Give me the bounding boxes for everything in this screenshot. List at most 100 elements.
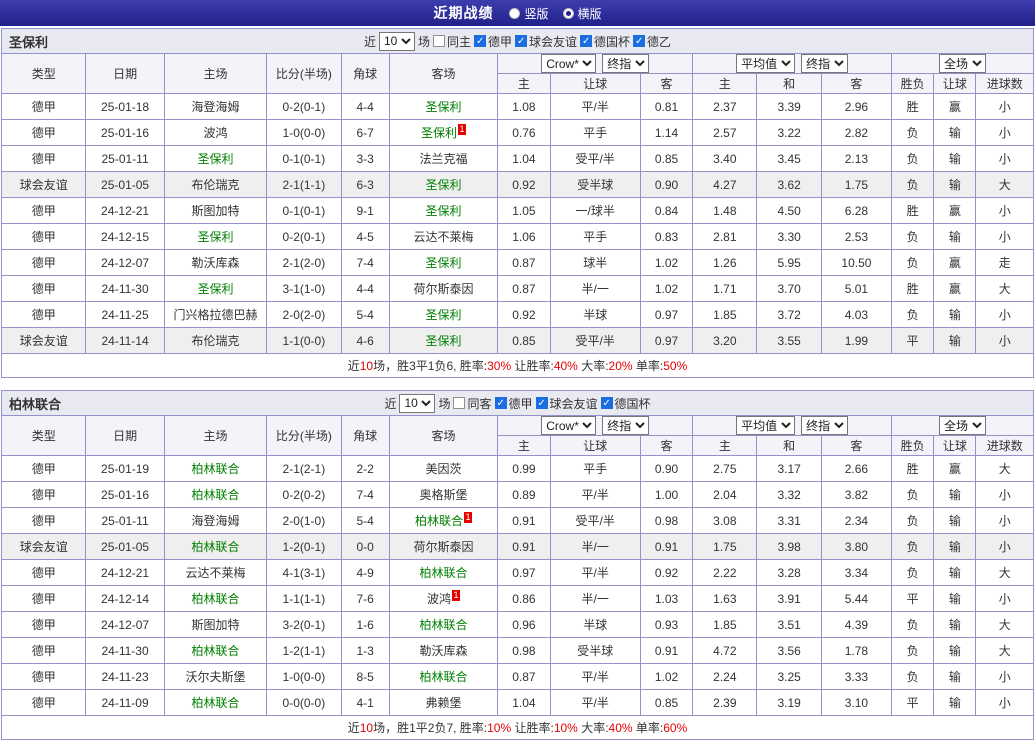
- league-filter-3[interactable]: 德乙: [633, 33, 671, 50]
- handicap-result-cell: 输: [933, 663, 977, 690]
- corner-cell: 6-7: [340, 119, 390, 146]
- league-filter-1[interactable]: 球会友谊: [535, 395, 598, 412]
- asia-odds-source-select[interactable]: Crow*: [541, 416, 597, 435]
- checkbox-checked-icon[interactable]: [633, 35, 646, 48]
- red-card-badge: 1: [464, 512, 473, 523]
- checkbox-checked-icon[interactable]: [535, 397, 548, 410]
- match-row: 球会友谊 25-01-05 柏林联合 1-2(0-1) 0-0 荷尔斯泰因 0.91 半/一 0…: [0, 533, 1034, 560]
- scope-select[interactable]: 全场: [939, 54, 987, 73]
- league-filter-1[interactable]: 球会友谊: [515, 33, 577, 50]
- result-cell: 负: [891, 663, 935, 690]
- league-filter-label: 德甲: [508, 396, 533, 411]
- asia-home-odds-cell: 0.92: [497, 301, 551, 328]
- goals-result-cell: 小: [975, 145, 1034, 172]
- asia-home-odds-cell: 0.92: [497, 171, 551, 198]
- result-cell: 负: [891, 301, 935, 328]
- result-cell: 胜: [891, 197, 935, 224]
- corner-cell: 4-6: [340, 327, 390, 354]
- checkbox-icon[interactable]: [453, 397, 466, 409]
- score-cell: 1-0(0-0): [266, 119, 342, 146]
- handicap-result-cell: 输: [933, 689, 977, 716]
- handicap-cell: 平/半: [549, 93, 641, 120]
- checkbox-checked-icon[interactable]: [515, 35, 527, 48]
- score-cell: 0-2(0-2): [266, 481, 342, 508]
- recent-count-select[interactable]: 10: [378, 31, 415, 51]
- radio-selected-icon[interactable]: [562, 7, 574, 19]
- competition-cell: 球会友谊: [0, 533, 87, 560]
- goals-result-cell: 小: [975, 585, 1034, 612]
- asia-odds-stage-select[interactable]: 终指: [602, 54, 650, 73]
- radio-unselected-icon[interactable]: [509, 7, 521, 19]
- corner-cell: 7-4: [340, 481, 390, 508]
- away-team-name: 云达不莱梅: [413, 230, 474, 244]
- competition-cell: 德甲: [0, 301, 87, 328]
- same-venue-filter[interactable]: 同客: [453, 395, 492, 412]
- away-team-name: 柏林联合: [419, 670, 468, 684]
- handicap-cell: 半球: [549, 301, 641, 328]
- match-row: 德甲 24-12-21 云达不莱梅 4-1(3-1) 4-9 柏林联合 0.97 平/半 0.9…: [0, 559, 1034, 586]
- corner-cell: 1-3: [340, 637, 390, 664]
- team-name: 圣保利: [9, 34, 49, 50]
- score-cell: 3-2(0-1): [266, 611, 342, 638]
- date-cell: 24-12-07: [85, 611, 165, 638]
- league-filter-0[interactable]: 德甲: [473, 33, 512, 50]
- column-header: 角球: [340, 415, 390, 456]
- column-header-row: 类型 日期 主场 比分(半场) 角球 客场 Crow* 终指 平均值 终指 全场: [0, 53, 1034, 94]
- score-cell: 1-2(0-1): [266, 533, 342, 560]
- competition-cell: 球会友谊: [0, 171, 87, 198]
- column-header: 让球: [549, 435, 641, 456]
- handicap-cell: 平手: [549, 455, 641, 482]
- competition-cell: 德甲: [0, 507, 87, 534]
- checkbox-checked-icon[interactable]: [600, 397, 613, 410]
- column-header: 角球: [340, 53, 390, 94]
- home-team-cell: 布伦瑞克: [163, 171, 268, 198]
- checkbox-checked-icon[interactable]: [473, 35, 486, 48]
- layout-option-vertical-label: 竖版: [524, 6, 549, 21]
- column-header: 比分(半场): [266, 53, 342, 94]
- match-row: 德甲 24-12-14 柏林联合 1-1(1-1) 7-6 波鸿 1 0.86 半/一 1.03 1…: [0, 585, 1034, 612]
- handicap-cell: 受平/半: [549, 145, 641, 172]
- euro-home-odds-cell: 4.27: [692, 171, 758, 198]
- competition-cell: 德甲: [0, 249, 87, 276]
- corner-cell: 5-4: [340, 301, 390, 328]
- summary-row: 近10场，胜1平2负7, 胜率:10% 让胜率:10% 大率:40% 单率:60…: [1, 715, 1034, 740]
- league-filter-2[interactable]: 德国杯: [580, 33, 630, 50]
- checkbox-icon[interactable]: [432, 35, 445, 47]
- away-team-cell: 圣保利 1: [388, 119, 499, 146]
- asia-odds-stage-select[interactable]: 终指: [602, 416, 650, 435]
- same-venue-filter[interactable]: 同主: [432, 33, 471, 50]
- home-team-cell: 海登海姆: [163, 93, 268, 120]
- euro-odds-source-select[interactable]: 平均值: [736, 416, 796, 435]
- competition-cell: 德甲: [0, 145, 87, 172]
- euro-odds-stage-select[interactable]: 终指: [801, 54, 849, 73]
- scope-select[interactable]: 全场: [939, 416, 987, 435]
- league-filter-0[interactable]: 德甲: [494, 395, 533, 412]
- home-team-name: 波鸿: [203, 126, 228, 140]
- euro-away-odds-cell: 2.13: [820, 145, 893, 172]
- summary-segment: 大率:: [577, 359, 609, 373]
- layout-option-vertical[interactable]: 竖版: [509, 5, 549, 22]
- checkbox-checked-icon[interactable]: [494, 397, 507, 410]
- away-team-cell: 美因茨: [388, 455, 499, 482]
- corner-cell: 4-9: [340, 559, 390, 586]
- corner-cell: 6-3: [340, 171, 390, 198]
- handicap-result-cell: 输: [933, 327, 977, 354]
- asia-home-odds-cell: 1.06: [497, 223, 551, 250]
- result-cell: 负: [891, 637, 935, 664]
- asia-odds-source-select[interactable]: Crow*: [541, 54, 597, 73]
- handicap-cell: 一/球半: [549, 197, 641, 224]
- euro-draw-odds-cell: 3.98: [756, 533, 822, 560]
- corner-cell: 4-1: [340, 689, 390, 716]
- score-cell: 4-1(3-1): [266, 559, 342, 586]
- league-filter-2[interactable]: 德国杯: [600, 395, 651, 412]
- recent-count-select[interactable]: 10: [399, 393, 436, 413]
- layout-option-horizontal[interactable]: 横版: [562, 5, 602, 22]
- goals-result-cell: 小: [975, 301, 1034, 328]
- checkbox-checked-icon[interactable]: [580, 35, 593, 48]
- date-cell: 24-11-25: [85, 301, 165, 328]
- match-row: 德甲 25-01-16 波鸿 1-0(0-0) 6-7 圣保利 1 0.76 平手 1.14 2.5…: [0, 119, 1034, 146]
- euro-odds-stage-select[interactable]: 终指: [801, 416, 849, 435]
- euro-odds-source-select[interactable]: 平均值: [736, 54, 796, 73]
- euro-away-odds-cell: 4.39: [820, 611, 893, 638]
- euro-draw-odds-cell: 3.56: [756, 637, 822, 664]
